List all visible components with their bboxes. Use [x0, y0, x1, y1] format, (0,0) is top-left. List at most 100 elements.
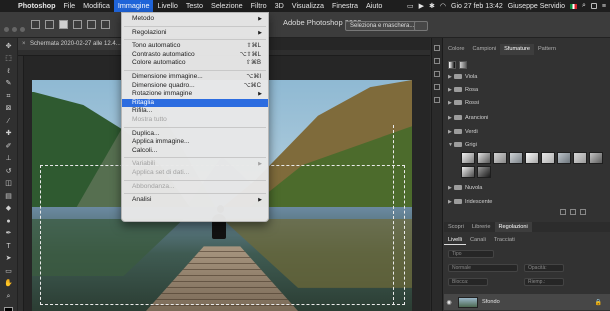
menu-filtro[interactable]: Filtro: [247, 0, 271, 12]
menu-testo[interactable]: Testo: [182, 0, 207, 12]
tab-regolazioni[interactable]: Regolazioni: [494, 222, 532, 232]
blend-mode-select[interactable]: Normale: [448, 264, 518, 272]
gradient-group-arancioni[interactable]: ▶ Arancioni: [448, 113, 608, 123]
character-panel-icon[interactable]: [434, 84, 440, 90]
layer-kind-filter[interactable]: Tipo: [448, 250, 494, 258]
zoom-dot-icon[interactable]: [20, 27, 25, 32]
recent-gradient-swatch[interactable]: [459, 61, 467, 69]
brush-panel-icon[interactable]: [434, 71, 440, 77]
tab-scopri[interactable]: Scopri: [444, 222, 468, 232]
eyedropper-tool-icon[interactable]: ⁄: [4, 118, 14, 126]
tab-livelli[interactable]: Livelli: [444, 235, 466, 245]
layer-row-sfondo[interactable]: ◉ Sfondo 🔒: [444, 294, 610, 310]
gradient-group-nuvola[interactable]: ▶ Nuvola: [448, 183, 608, 193]
gradient-group-iridescente[interactable]: ▶ Iridescente: [448, 197, 608, 207]
zoom-tool-icon[interactable]: ⌕: [4, 293, 14, 301]
menu-list-icon[interactable]: ≡: [602, 3, 606, 10]
type-tool-icon[interactable]: T: [4, 243, 14, 251]
opacity-field[interactable]: Opacità:: [524, 264, 564, 272]
control-center-icon[interactable]: [590, 3, 597, 9]
menu-aiuto[interactable]: Aiuto: [362, 0, 386, 12]
close-dot-icon[interactable]: [4, 27, 9, 32]
dodge-tool-icon[interactable]: ●: [4, 218, 14, 226]
move-tool-icon[interactable]: ✥: [4, 43, 14, 51]
pen-tool-icon[interactable]: ✒: [4, 230, 14, 238]
gradient-tool-icon[interactable]: ▤: [4, 193, 14, 201]
menu-finestra[interactable]: Finestra: [328, 0, 362, 12]
spotlight-icon[interactable]: ⌕: [582, 2, 586, 10]
gradient-swatch[interactable]: [477, 166, 491, 178]
gradient-swatch[interactable]: [589, 152, 603, 164]
tab-campioni[interactable]: Campioni: [468, 44, 500, 55]
add-selection-icon[interactable]: [73, 20, 82, 29]
delete-icon[interactable]: [580, 209, 586, 215]
select-and-mask-button[interactable]: Seleziona e maschera...: [345, 21, 420, 31]
gradient-swatch[interactable]: [477, 152, 491, 164]
history-panel-icon[interactable]: [434, 45, 440, 51]
subtract-selection-icon[interactable]: [87, 20, 96, 29]
paragraph-panel-icon[interactable]: [434, 97, 440, 103]
tab-tracciati[interactable]: Tracciati: [490, 235, 519, 245]
tab-canali[interactable]: Canali: [466, 235, 490, 245]
menu-visualizza[interactable]: Visualizza: [288, 0, 328, 12]
tab-sfumature[interactable]: Sfumature: [500, 44, 534, 55]
recent-gradient-swatch[interactable]: [448, 61, 456, 69]
close-tab-icon[interactable]: ×: [22, 38, 30, 50]
new-selection-icon[interactable]: [59, 20, 68, 29]
selection-marquee-edge[interactable]: [393, 125, 394, 305]
bluetooth-icon[interactable]: ✱: [429, 2, 435, 10]
gradient-swatch[interactable]: [557, 152, 571, 164]
user-name[interactable]: Giuseppe Servidio: [508, 3, 565, 10]
gradient-swatch[interactable]: [493, 152, 507, 164]
menu-item-metodo[interactable]: Metodo ▶: [122, 15, 268, 24]
menu-modifica[interactable]: Modifica: [79, 0, 114, 12]
menu-item-analisi[interactable]: Analisi ▶: [122, 196, 268, 205]
menu-item-duplica[interactable]: Duplica...: [122, 130, 268, 139]
tab-librerie[interactable]: Librerie: [468, 222, 495, 232]
tab-colore[interactable]: Colore: [444, 44, 468, 55]
flag-icon[interactable]: [569, 3, 577, 9]
eraser-tool-icon[interactable]: ◫: [4, 180, 14, 188]
quick-select-tool-icon[interactable]: ✎: [4, 80, 14, 88]
shape-tool-icon[interactable]: ▭: [4, 268, 14, 276]
gradient-swatch[interactable]: [461, 152, 475, 164]
tab-pattern[interactable]: Pattern: [534, 44, 560, 55]
frame-tool-icon[interactable]: ⊠: [4, 105, 14, 113]
lasso-tool-icon[interactable]: ℓ: [4, 68, 14, 76]
gradient-group-rosa[interactable]: ▶ Rosa: [448, 85, 608, 95]
gradient-swatch[interactable]: [573, 152, 587, 164]
menu-selezione[interactable]: Selezione: [207, 0, 247, 12]
path-select-tool-icon[interactable]: ➤: [4, 255, 14, 263]
menu-item-colore-automatico[interactable]: Colore automatico ⇧⌘B: [122, 59, 268, 68]
healing-tool-icon[interactable]: ✚: [4, 130, 14, 138]
foreground-color-swatch[interactable]: [4, 306, 13, 311]
menu-livello[interactable]: Livello: [153, 0, 181, 12]
menu-item-calcoli[interactable]: Calcoli...: [122, 147, 268, 156]
crop-tool-icon[interactable]: ⌗: [4, 93, 14, 101]
marquee-tool-icon[interactable]: ⬚: [4, 55, 14, 63]
menu-item-rifila[interactable]: Rifila...: [122, 107, 268, 116]
gradient-group-grigi[interactable]: ▼ Grigi: [448, 140, 608, 150]
fill-field[interactable]: Riemp.:: [524, 278, 564, 286]
menu-item-regolazioni[interactable]: Regolazioni ▶: [122, 29, 268, 38]
blur-tool-icon[interactable]: ◆: [4, 205, 14, 213]
visibility-eye-icon[interactable]: ◉: [444, 299, 454, 306]
hand-tool-icon[interactable]: ✋: [4, 280, 14, 288]
document-tab[interactable]: × Schermata 2020-02-27 alle 12.4...: [18, 38, 122, 50]
gradient-swatch[interactable]: [509, 152, 523, 164]
menu-item-dimensione-quadro[interactable]: Dimensione quadro... ⌥⌘C: [122, 82, 268, 91]
gradient-group-viola[interactable]: ▶ Viola: [448, 72, 608, 82]
menu-item-contrasto-automatico[interactable]: Contrasto automatico ⌥⇧⌘L: [122, 51, 268, 60]
display-icon[interactable]: ▭: [407, 2, 414, 10]
menu-item-tono-automatico[interactable]: Tono automatico ⇧⌘L: [122, 42, 268, 51]
minimize-dot-icon[interactable]: [12, 27, 17, 32]
menu-item-dimensione-immagine[interactable]: Dimensione immagine... ⌥⌘I: [122, 73, 268, 82]
history-brush-icon[interactable]: ↺: [4, 168, 14, 176]
menu-immagine[interactable]: Immagine: [113, 0, 154, 12]
gradient-swatch[interactable]: [541, 152, 555, 164]
gradient-swatch[interactable]: [461, 166, 475, 178]
clock[interactable]: Gio 27 feb 13:42: [451, 3, 503, 10]
stamp-tool-icon[interactable]: ⊥: [4, 155, 14, 163]
brush-tool-icon[interactable]: ✐: [4, 143, 14, 151]
menu-item-rotazione-immagine[interactable]: Rotazione immagine ▶: [122, 90, 268, 99]
